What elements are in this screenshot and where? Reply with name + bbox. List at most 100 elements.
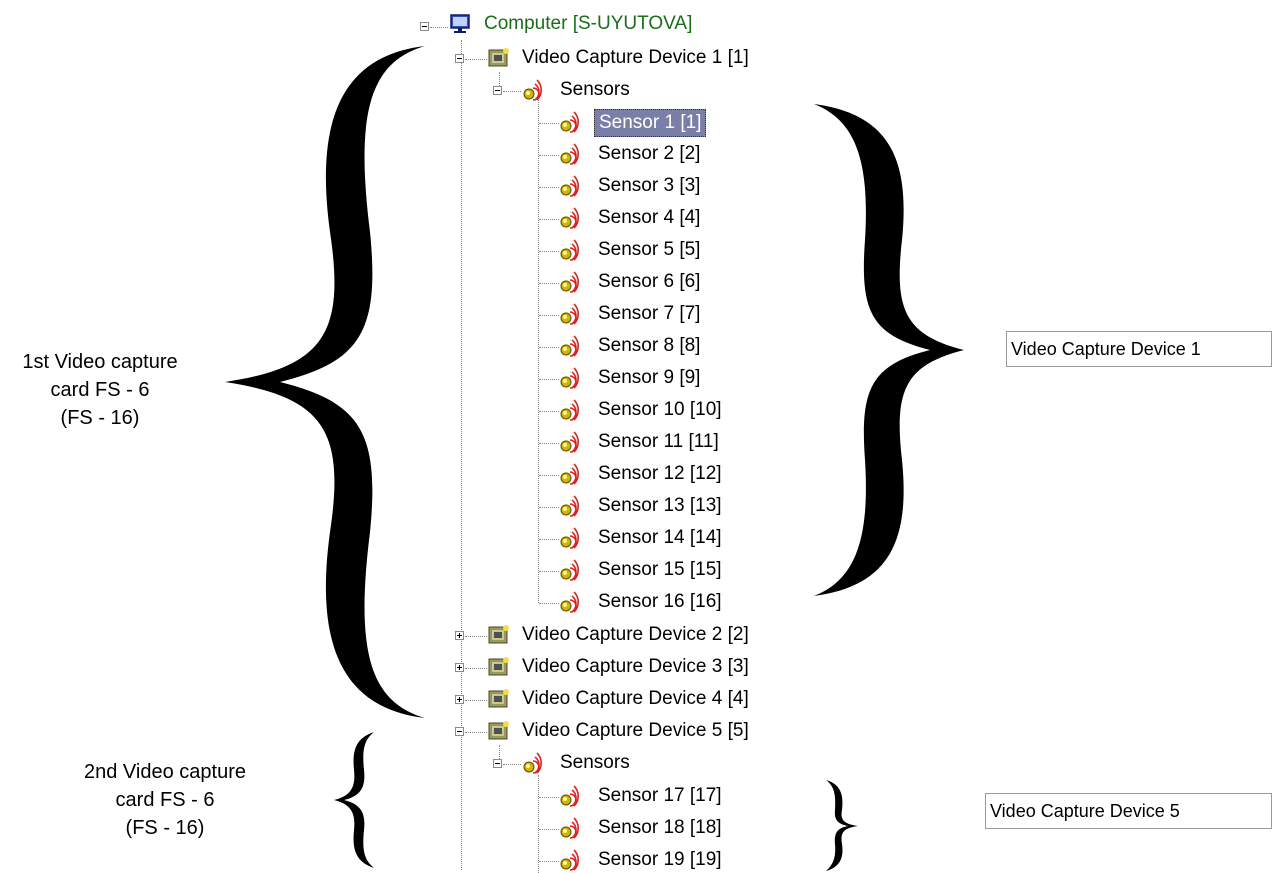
- tree-connector: [539, 861, 559, 862]
- sensor-signal-icon: [523, 79, 542, 101]
- tree-connector: [539, 507, 559, 508]
- left-brace-card-2: [334, 732, 374, 868]
- tree-node-sensor[interactable]: Sensor 16 [16]: [598, 589, 722, 615]
- sensor-signal-icon: [560, 559, 579, 581]
- capture-card-icon: [488, 48, 509, 67]
- sensor-signal-icon: [560, 367, 579, 389]
- device-1-name-field[interactable]: Video Capture Device 1: [1006, 331, 1272, 367]
- left-brace-card-1: [225, 46, 425, 718]
- tree-node-sensor[interactable]: Sensor 19 [19]: [598, 847, 722, 873]
- tree-connector: [539, 797, 559, 798]
- annotation-line: 2nd Video capture: [84, 761, 246, 783]
- tree-connector: [465, 668, 487, 669]
- capture-card-icon: [488, 625, 509, 644]
- tree-node-sensor[interactable]: Sensor 2 [2]: [598, 141, 700, 167]
- annotation-line: card FS - 6: [115, 789, 215, 811]
- tree-node-device-1[interactable]: Video Capture Device 1 [1]: [522, 45, 749, 71]
- tree-node-sensor[interactable]: Sensor 10 [10]: [598, 397, 722, 423]
- tree-node-device-2[interactable]: Video Capture Device 2 [2]: [522, 622, 749, 648]
- tree-node-sensors-group[interactable]: Sensors: [560, 77, 630, 103]
- tree-node-sensor[interactable]: Sensor 4 [4]: [598, 205, 700, 231]
- tree-connector: [465, 59, 487, 60]
- tree-connector: [539, 571, 559, 572]
- tree-connector: [539, 829, 559, 830]
- annotation-card-1: 1st Video capture card FS - 6 (FS - 16): [0, 348, 200, 432]
- tree-connector: [539, 475, 559, 476]
- tree-node-sensors-group[interactable]: Sensors: [560, 750, 630, 776]
- tree-connector: [465, 636, 487, 637]
- tree-node-sensor[interactable]: Sensor 15 [15]: [598, 557, 722, 583]
- monitor-icon: [450, 14, 470, 33]
- tree-connector: [538, 775, 539, 873]
- sensor-signal-icon: [560, 271, 579, 293]
- collapse-toggle[interactable]: [420, 22, 429, 31]
- annotation-line: card FS - 6: [50, 379, 150, 401]
- tree-node-sensor[interactable]: Sensor 14 [14]: [598, 525, 722, 551]
- tree-node-sensor[interactable]: Sensor 6 [6]: [598, 269, 700, 295]
- sensor-signal-icon: [560, 527, 579, 549]
- collapse-toggle[interactable]: [493, 759, 502, 768]
- tree-node-device-5[interactable]: Video Capture Device 5 [5]: [522, 718, 749, 744]
- tree-node-computer[interactable]: Computer [S-UYUTOVA]: [484, 11, 692, 37]
- tree-node-sensor[interactable]: Sensor 7 [7]: [598, 301, 700, 327]
- annotation-line: 1st Video capture: [22, 351, 178, 373]
- tree-connector: [539, 603, 559, 604]
- tree-connector: [539, 411, 559, 412]
- tree-node-device-4[interactable]: Video Capture Device 4 [4]: [522, 686, 749, 712]
- tree-node-sensor[interactable]: Sensor 9 [9]: [598, 365, 700, 391]
- tree-connector: [539, 219, 559, 220]
- tree-node-sensor[interactable]: Sensor 5 [5]: [598, 237, 700, 263]
- tree-connector: [539, 187, 559, 188]
- tree-connector: [539, 539, 559, 540]
- tree-node-sensor[interactable]: Sensor 3 [3]: [598, 173, 700, 199]
- sensor-signal-icon: [560, 849, 579, 871]
- collapse-toggle[interactable]: [493, 86, 502, 95]
- capture-card-icon: [488, 721, 509, 740]
- sensor-signal-icon: [560, 111, 579, 133]
- tree-node-sensor[interactable]: Sensor 13 [13]: [598, 493, 722, 519]
- tree-node-sensor[interactable]: Sensor 12 [12]: [598, 461, 722, 487]
- collapse-toggle[interactable]: [455, 727, 464, 736]
- expand-toggle[interactable]: [455, 631, 464, 640]
- tree-connector: [539, 443, 559, 444]
- sensor-signal-icon: [560, 239, 579, 261]
- sensor-signal-icon: [560, 817, 579, 839]
- tree-connector: [539, 347, 559, 348]
- tree-connector: [539, 155, 559, 156]
- sensor-signal-icon: [560, 143, 579, 165]
- tree-node-sensor[interactable]: Sensor 8 [8]: [598, 333, 700, 359]
- annotation-line: (FS - 16): [125, 817, 205, 839]
- right-brace-card-1: [814, 104, 964, 596]
- tree-node-sensor[interactable]: Sensor 1 [1]: [594, 109, 707, 137]
- right-brace-card-2: [826, 780, 858, 871]
- tree-connector: [465, 732, 487, 733]
- tree-connector: [503, 91, 521, 92]
- sensor-signal-icon: [560, 463, 579, 485]
- annotation-line: (FS - 16): [60, 407, 140, 429]
- tree-connector: [539, 251, 559, 252]
- capture-card-icon: [488, 689, 509, 708]
- tree-node-device-3[interactable]: Video Capture Device 3 [3]: [522, 654, 749, 680]
- annotation-card-2: 2nd Video capture card FS - 6 (FS - 16): [55, 758, 275, 842]
- tree-node-sensor[interactable]: Sensor 18 [18]: [598, 815, 722, 841]
- sensor-signal-icon: [560, 303, 579, 325]
- tree-connector: [539, 379, 559, 380]
- tree-connector: [539, 283, 559, 284]
- tree-node-sensor[interactable]: Sensor 11 [11]: [598, 429, 719, 455]
- sensor-signal-icon: [523, 752, 542, 774]
- tree-connector: [461, 40, 462, 870]
- tree-connector: [503, 764, 521, 765]
- collapse-toggle[interactable]: [455, 54, 464, 63]
- device-5-name-field[interactable]: Video Capture Device 5: [985, 793, 1272, 829]
- expand-toggle[interactable]: [455, 663, 464, 672]
- sensor-signal-icon: [560, 431, 579, 453]
- sensor-signal-icon: [560, 495, 579, 517]
- tree-connector: [539, 315, 559, 316]
- sensor-signal-icon: [560, 785, 579, 807]
- sensor-signal-icon: [560, 207, 579, 229]
- tree-connector: [465, 700, 487, 701]
- tree-node-sensor[interactable]: Sensor 17 [17]: [598, 783, 722, 809]
- sensor-signal-icon: [560, 591, 579, 613]
- expand-toggle[interactable]: [455, 695, 464, 704]
- tree-connector: [538, 100, 539, 603]
